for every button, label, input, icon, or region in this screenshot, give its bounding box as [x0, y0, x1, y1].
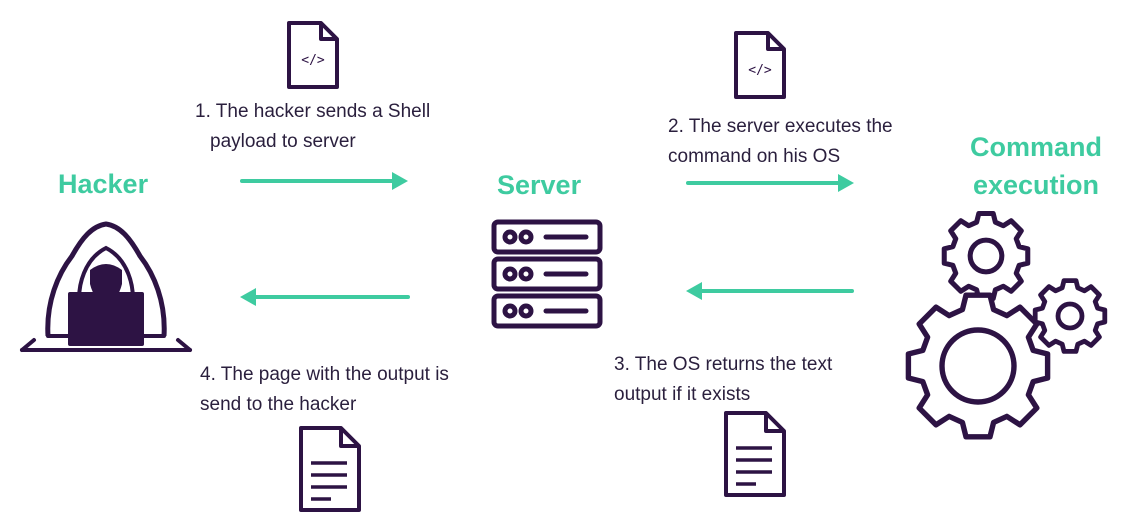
code-glyph: </> — [748, 63, 772, 78]
code-glyph: </> — [301, 53, 325, 68]
hacker-label: Hacker — [58, 169, 149, 199]
step-4-line2: send to the hacker — [200, 394, 357, 415]
step-3-line1: 3. The OS returns the text — [614, 354, 833, 375]
command-label-line1: Command — [969, 132, 1102, 162]
step-2-line2: command on his OS — [668, 146, 841, 167]
step-2-text: 2. The server executes the command on hi… — [668, 112, 893, 172]
step-1-text: 1. The hacker sends a Shell payload to s… — [195, 97, 430, 157]
text-document-icon — [724, 411, 786, 497]
arrow-step-4 — [240, 288, 410, 306]
command-execution-label: Command execution — [966, 128, 1106, 204]
text-document-icon — [299, 426, 361, 512]
arrow-step-1 — [240, 172, 408, 190]
step-3-line2: output if it exists — [614, 384, 751, 405]
step-1-line2: payload to server — [210, 131, 356, 152]
hooded-hacker-icon — [20, 221, 192, 352]
step-4-text: 4. The page with the output is send to t… — [200, 360, 449, 420]
step-2-line1: 2. The server executes the — [668, 116, 893, 137]
code-file-icon: </> — [734, 31, 786, 99]
server-label: Server — [497, 170, 582, 200]
step-3-text: 3. The OS returns the text output if it … — [614, 350, 832, 410]
code-file-icon: </> — [287, 21, 339, 89]
server-rack-icon — [491, 219, 603, 329]
step-1-line1: 1. The hacker sends a Shell — [195, 101, 431, 122]
arrow-step-2 — [686, 174, 854, 192]
gears-icon — [898, 208, 1114, 444]
step-4-line1: 4. The page with the output is — [200, 364, 449, 385]
command-label-line2: execution — [972, 170, 1100, 200]
arrow-step-3 — [686, 282, 854, 300]
